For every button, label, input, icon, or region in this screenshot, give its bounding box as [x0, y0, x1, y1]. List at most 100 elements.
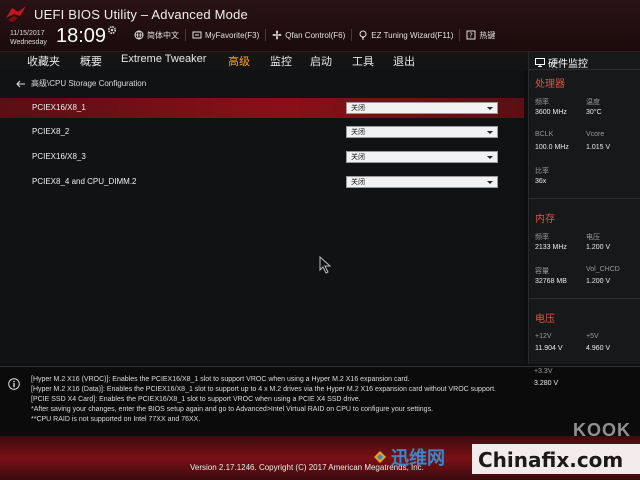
ez-tuning-wizard-button[interactable]: EZ Tuning Wizard(F11)	[351, 29, 459, 41]
settings-panel: 高级\CPU Storage Configuration PCIEX16/X8_…	[0, 70, 524, 364]
tab-overview[interactable]: 概要	[80, 53, 102, 69]
monitor-icon	[535, 58, 545, 67]
hardware-monitor-panel: 硬件监控 处理器 频率 温度 3600 MHz 30°C BCLK Vcore …	[528, 52, 640, 364]
setting-row-pciex8-2[interactable]: PCIEX8_2 关闭	[0, 122, 524, 142]
select-value: 关闭	[351, 179, 365, 186]
v33-value: 3.280 V	[534, 380, 559, 387]
breadcrumb: 高级\CPU Storage Configuration	[16, 78, 146, 89]
setting-label: PCIEX8_2	[32, 127, 70, 136]
chevron-down-icon	[487, 156, 493, 159]
vcore-value: 1.015 V	[586, 144, 611, 151]
help-text: [Hyper M.2 X16 (VROC)]: Enables the PCIE…	[31, 375, 501, 425]
bclk-value: 100.0 MHz	[535, 144, 569, 151]
watermark-kook: KOOK	[573, 420, 631, 440]
cpu-temp-value: 30°C	[586, 109, 602, 116]
v33-label: +3.3V	[534, 368, 553, 375]
divider	[529, 198, 640, 199]
ratio-value: 36x	[535, 178, 547, 185]
ez-tuning-wizard-label: EZ Tuning Wizard(F11)	[371, 30, 454, 40]
breadcrumb-path: 高级\CPU Storage Configuration	[31, 79, 147, 88]
hardware-monitor-header: 硬件监控	[535, 55, 588, 70]
setting-row-pciex16-x8-3[interactable]: PCIEX16/X8_3 关闭	[0, 147, 524, 167]
select-value: 关闭	[351, 154, 365, 161]
setting-row-pciex16-x8-1[interactable]: PCIEX16/X8_1 关闭	[0, 98, 524, 118]
memory-section-title: 内存	[535, 214, 555, 225]
weekday-text: Wednesday	[10, 39, 47, 46]
rog-logo-icon	[6, 6, 26, 22]
chevron-down-icon	[487, 107, 493, 110]
vcore-label: Vcore	[586, 131, 605, 138]
tab-favorites[interactable]: 收藏夹	[27, 53, 60, 69]
xunwei-logo-icon	[374, 451, 386, 463]
qfan-control-button[interactable]: Qfan Control(F6)	[265, 29, 351, 41]
divider	[529, 298, 640, 299]
setting-label: PCIEX16/X8_1	[32, 103, 86, 112]
myfavorite-label: MyFavorite(F3)	[205, 30, 260, 40]
hardware-monitor-title: 硬件监控	[548, 59, 588, 70]
watermark-en-text: Chinafix.com	[478, 448, 624, 472]
mem-freq-value: 2133 MHz	[535, 244, 567, 251]
tab-exit[interactable]: 退出	[393, 53, 415, 69]
chevron-down-icon	[487, 131, 493, 134]
pciex8-2-select[interactable]: 关闭	[346, 126, 498, 138]
back-arrow-icon[interactable]	[16, 80, 26, 88]
setting-row-pciex8-4-cpu-dimm2[interactable]: PCIEX8_4 and CPU_DIMM.2 关闭	[0, 172, 524, 192]
mem-volt-label: 电压	[586, 234, 600, 241]
pciex16-x8-1-select[interactable]: 关闭	[346, 102, 498, 114]
tab-tool[interactable]: 工具	[352, 53, 374, 69]
myfavorite-button[interactable]: MyFavorite(F3)	[185, 29, 265, 41]
help-line: [PCIE SSD X4 Card]: Enables the PCIEX16/…	[31, 396, 361, 403]
mem-volt-value: 1.200 V	[586, 244, 611, 251]
watermark-xunwei: 迅维网	[372, 444, 445, 470]
help-line: **CPU RAID is not supported on Intel 77X…	[31, 416, 201, 423]
bulb-icon	[359, 30, 367, 40]
window-title: UEFI BIOS Utility – Advanced Mode	[34, 7, 248, 22]
fan-icon	[272, 30, 282, 40]
help-line: [Hyper M.2 X16 (Data)]: Enables the PCIE…	[31, 386, 496, 393]
gear-icon[interactable]	[107, 25, 117, 35]
mem-freq-label: 频率	[535, 234, 549, 241]
tab-monitor[interactable]: 监控	[270, 53, 292, 69]
svg-text:?: ?	[470, 32, 474, 40]
tab-advanced[interactable]: 高级	[228, 53, 250, 71]
hotkeys-button[interactable]: ? 热键	[459, 29, 501, 41]
vol-chcd-value: 1.200 V	[586, 278, 611, 285]
chevron-down-icon	[487, 181, 493, 184]
voltage-section-title: 电压	[535, 314, 555, 325]
cpu-section-title: 处理器	[535, 79, 565, 90]
select-value: 关闭	[351, 105, 365, 112]
pciex8-4-cpu-dimm2-select[interactable]: 关闭	[346, 176, 498, 188]
v12-label: +12V	[535, 333, 552, 340]
help-line: *After saving your changes, enter the BI…	[31, 406, 434, 413]
date-text: 11/15/2017	[10, 30, 45, 37]
language-button[interactable]: 简体中文	[128, 29, 185, 41]
qfan-control-label: Qfan Control(F6)	[285, 30, 346, 40]
hotkeys-label: 热键	[479, 30, 496, 40]
divider	[529, 69, 640, 70]
ratio-label: 比率	[535, 168, 549, 175]
language-label: 简体中文	[147, 30, 179, 40]
v5-label: +5V	[586, 333, 599, 340]
header-toolbar: 简体中文 MyFavorite(F3) Qfan Control(F6) EZ …	[128, 29, 501, 41]
select-value: 关闭	[351, 129, 365, 136]
vol-chcd-label: Vol_CHCD	[586, 266, 620, 273]
bclk-label: BCLK	[535, 131, 554, 138]
question-icon: ?	[466, 30, 476, 40]
v5-value: 4.960 V	[586, 345, 611, 352]
favorite-icon	[192, 31, 202, 39]
cpu-temp-label: 温度	[586, 99, 600, 106]
v12-value: 11.904 V	[535, 345, 563, 352]
tab-extreme-tweaker[interactable]: Extreme Tweaker	[121, 53, 206, 65]
info-icon	[8, 378, 20, 390]
tab-boot[interactable]: 启动	[310, 53, 332, 69]
cpu-freq-label: 频率	[535, 99, 549, 106]
help-line: [Hyper M.2 X16 (VROC)]: Enables the PCIE…	[31, 376, 410, 383]
mouse-cursor-icon	[319, 256, 332, 274]
header-bar: UEFI BIOS Utility – Advanced Mode 11/15/…	[0, 0, 640, 52]
setting-label: PCIEX8_4 and CPU_DIMM.2	[32, 177, 137, 186]
watermark-cn-text: 迅维网	[391, 448, 445, 468]
clock: 18:09	[56, 25, 107, 47]
date-display: 11/15/2017 Wednesday	[10, 29, 47, 47]
pciex16-x8-3-select[interactable]: 关闭	[346, 151, 498, 163]
globe-icon	[134, 30, 144, 40]
